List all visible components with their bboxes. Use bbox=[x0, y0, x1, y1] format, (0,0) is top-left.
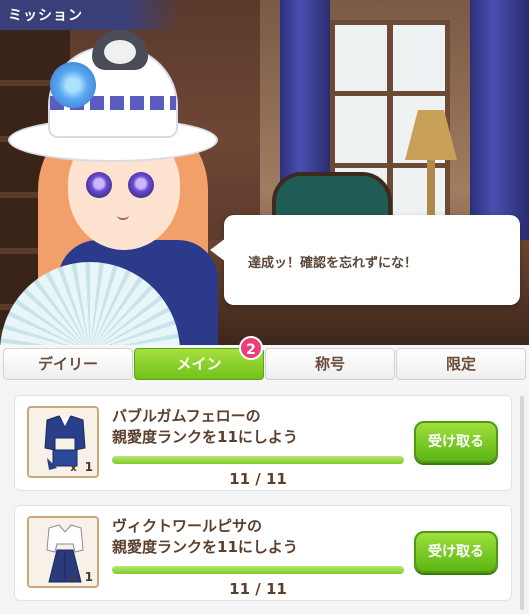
mission-progress-text: 11 / 11 bbox=[229, 470, 287, 488]
mission-progress-text: 11 / 11 bbox=[229, 580, 287, 598]
mission-title: ヴィクトワールピサの 親愛度ランクを11にしよう bbox=[112, 517, 298, 556]
notification-badge: 2 bbox=[239, 336, 263, 360]
reward-thumbnail[interactable]: x1 bbox=[27, 406, 99, 478]
mission-card: x1 ヴィクトワールピサの 親愛度ランクを11にしよう 11 / 11 受け取る bbox=[14, 505, 512, 601]
tab-limited[interactable]: 限定 bbox=[396, 348, 526, 380]
character-eye-right bbox=[128, 172, 154, 198]
claim-button[interactable]: 受け取る bbox=[414, 531, 498, 573]
cat-icon bbox=[92, 30, 148, 70]
mission-card: x1 バブルガムフェローの 親愛度ランクを11にしよう 11 / 11 受け取る bbox=[14, 395, 512, 491]
mission-progress-bar bbox=[112, 566, 404, 574]
character-eye-left bbox=[86, 172, 112, 198]
mission-progress-bar bbox=[112, 456, 404, 464]
reward-quantity: x1 bbox=[70, 460, 93, 474]
blue-flower-icon bbox=[50, 62, 96, 108]
mission-list[interactable]: x1 バブルガムフェローの 親愛度ランクを11にしよう 11 / 11 受け取る… bbox=[0, 385, 529, 614]
speech-bubble-tail bbox=[210, 238, 226, 262]
reward-thumbnail[interactable]: x1 bbox=[27, 516, 99, 588]
claim-button[interactable]: 受け取る bbox=[414, 421, 498, 463]
dialog-text: 達成ッ！確認を忘れずにな！ bbox=[248, 256, 418, 271]
tab-daily[interactable]: デイリー bbox=[3, 348, 133, 380]
reward-quantity: x1 bbox=[70, 570, 93, 584]
tab-title[interactable]: 称号 bbox=[265, 348, 395, 380]
screen-title-bar: ミッション bbox=[0, 0, 180, 30]
mission-title: バブルガムフェローの 親愛度ランクを11にしよう bbox=[112, 407, 298, 446]
mission-tabs: デイリー メイン 称号 限定 bbox=[0, 345, 529, 385]
list-scrollbar[interactable] bbox=[520, 396, 524, 610]
screen-title: ミッション bbox=[8, 8, 83, 24]
